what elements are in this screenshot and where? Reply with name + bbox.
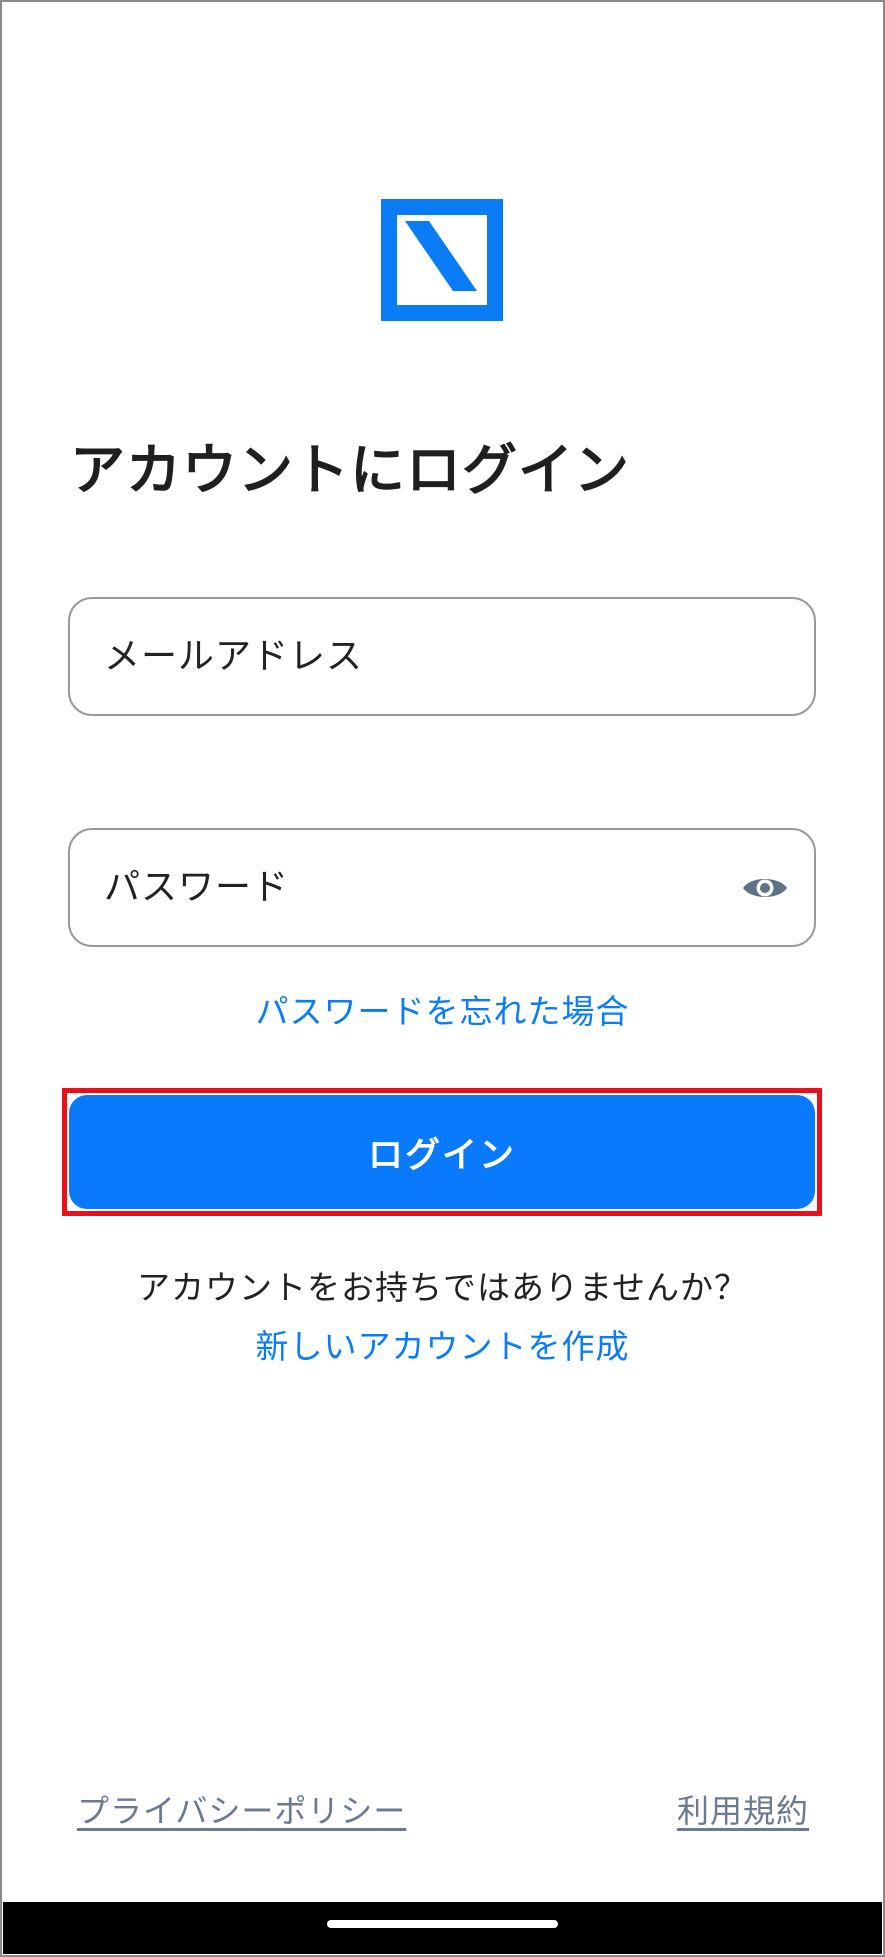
no-account-prompt: アカウントをお持ちではありませんか？ (136, 1268, 748, 1307)
email-field[interactable] (68, 597, 816, 716)
app-logo-icon (381, 199, 503, 321)
privacy-policy-link[interactable]: プライバシーポリシー (77, 1786, 406, 1832)
page-title: アカウントにログイン (70, 438, 631, 502)
password-field[interactable] (68, 828, 816, 947)
system-navigation-bar (3, 1902, 882, 1954)
login-button[interactable]: ログイン (69, 1095, 815, 1209)
terms-of-service-link[interactable]: 利用規約 (677, 1786, 809, 1832)
home-indicator[interactable] (327, 1920, 558, 1928)
logo-slash-icon (405, 221, 477, 291)
eye-icon[interactable] (740, 863, 790, 913)
forgot-password-link[interactable]: パスワードを忘れた場合 (0, 985, 885, 1033)
email-input[interactable] (104, 636, 790, 677)
password-input[interactable] (104, 867, 740, 908)
show-password-eye-icon (743, 878, 787, 897)
create-account-link[interactable]: 新しいアカウントを作成 (0, 1320, 885, 1368)
